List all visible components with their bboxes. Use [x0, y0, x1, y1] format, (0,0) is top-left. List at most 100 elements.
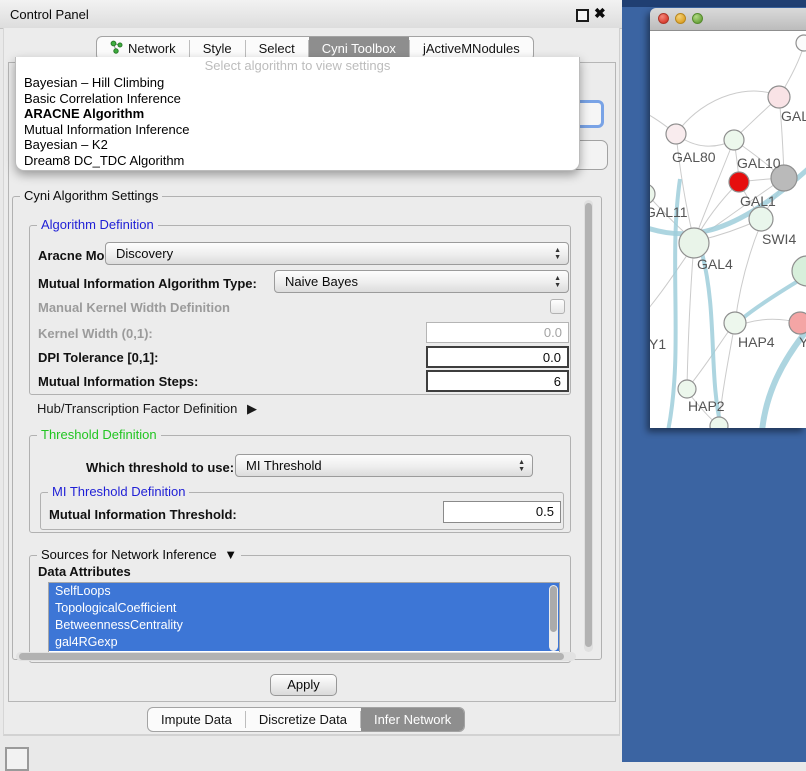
network-node[interactable]	[724, 312, 746, 334]
network-window-titlebar[interactable]	[650, 8, 806, 31]
network-node[interactable]	[710, 417, 728, 428]
combobox-value: Discovery	[116, 246, 173, 261]
control-panel-titlebar: Control Panel ✖	[0, 0, 622, 29]
apply-button[interactable]: Apply	[270, 674, 337, 696]
bottom-tabs: Impute Data Discretize Data Infer Network	[147, 707, 465, 732]
dropdown-items: Bayesian – Hill ClimbingBasic Correlatio…	[16, 75, 579, 169]
network-node-label: SWI4	[762, 231, 796, 247]
mi-steps-field[interactable]: 6	[426, 370, 569, 392]
dropdown-placeholder: Select algorithm to view settings	[16, 57, 579, 75]
mi-type-combobox[interactable]: Naive Bayes ▲▼	[274, 270, 569, 293]
hub-definition-toggle[interactable]: Hub/Transcription Factor Definition ▶	[37, 401, 257, 417]
dpi-tolerance-label: DPI Tolerance [0,1]:	[38, 350, 158, 365]
network-node-label: Y	[799, 334, 806, 350]
panel-title: Control Panel	[10, 7, 89, 22]
minimize-traffic-light-icon[interactable]	[675, 13, 686, 24]
expanded-arrow-icon[interactable]: ▼	[224, 547, 237, 562]
threshold-definition-group: Threshold Definition Which threshold to …	[29, 435, 571, 533]
which-threshold-label: Which threshold to use:	[86, 460, 234, 475]
tab-label: Select	[259, 41, 295, 56]
float-window-icon[interactable]	[576, 9, 589, 22]
tab-discretize-data[interactable]: Discretize Data	[246, 708, 360, 731]
kernel-width-label: Kernel Width (0,1):	[38, 326, 153, 341]
close-icon[interactable]: ✖	[594, 5, 606, 22]
scrollbar-thumb[interactable]	[550, 586, 557, 632]
sources-title: Sources for Network Inference	[41, 547, 217, 562]
spinner-arrows-icon: ▲▼	[554, 275, 561, 289]
network-node[interactable]	[666, 124, 686, 144]
hub-definition-label: Hub/Transcription Factor Definition	[37, 401, 237, 416]
which-threshold-combobox[interactable]: MI Threshold ▲▼	[235, 454, 533, 477]
dpi-tolerance-field[interactable]: 0.0	[426, 346, 569, 368]
network-node[interactable]	[796, 35, 806, 51]
network-edge	[676, 91, 779, 134]
network-node[interactable]	[789, 312, 806, 334]
attribute-items: SelfLoopsTopologicalCoefficientBetweenne…	[49, 583, 559, 651]
dropdown-item[interactable]: Mutual Information Inference	[16, 122, 579, 138]
settings-vertical-scrollbar[interactable]	[584, 200, 593, 652]
network-edge	[650, 251, 690, 323]
attribute-item[interactable]: SelfLoops	[49, 583, 559, 600]
network-node[interactable]	[729, 172, 749, 192]
network-node[interactable]	[749, 207, 773, 231]
collapsed-arrow-icon: ▶	[247, 401, 257, 416]
network-canvas[interactable]: GALGAL80GAL10GAL11GAL1GAL4SWI4GCY1HAP4YH…	[650, 31, 806, 428]
aracne-mode-combobox[interactable]: Discovery ▲▼	[105, 242, 569, 265]
network-edge	[687, 243, 694, 387]
algorithm-dropdown-list: Select algorithm to view settings Bayesi…	[15, 57, 580, 171]
network-node-label: GAL80	[672, 149, 716, 165]
scrollbar-thumb[interactable]	[585, 203, 592, 647]
data-attributes-list[interactable]: SelfLoopsTopologicalCoefficientBetweenne…	[48, 582, 560, 656]
manual-kernel-checkbox[interactable]	[550, 299, 565, 314]
group-title: Cyni Algorithm Settings	[20, 188, 162, 203]
dropdown-item[interactable]: ARACNE Algorithm	[16, 106, 579, 122]
network-node[interactable]	[768, 86, 790, 108]
network-node-label: GAL	[781, 108, 806, 124]
mi-threshold-label: Mutual Information Threshold:	[49, 507, 237, 522]
attribute-item[interactable]: BetweennessCentrality	[49, 617, 559, 634]
mi-threshold-field[interactable]: 0.5	[443, 501, 561, 523]
dropdown-item[interactable]: Basic Correlation Inference	[16, 91, 579, 107]
spinner-arrows-icon: ▲▼	[518, 459, 525, 473]
group-title: Sources for Network Inference ▼	[37, 547, 241, 562]
network-node-label: HAP4	[738, 334, 775, 350]
panel-dock-icon[interactable]	[5, 747, 29, 771]
network-node[interactable]	[650, 184, 655, 204]
dropdown-item[interactable]: Dream8 DC_TDC Algorithm	[16, 153, 579, 169]
tab-infer-network[interactable]: Infer Network	[361, 708, 464, 731]
zoom-traffic-light-icon[interactable]	[692, 13, 703, 24]
mi-steps-label: Mutual Information Steps:	[38, 374, 198, 389]
kernel-width-field[interactable]: 0.0	[426, 322, 569, 343]
tab-label: Network	[128, 41, 176, 56]
group-title: Algorithm Definition	[37, 217, 158, 232]
sources-group: Sources for Network Inference ▼ Data Att…	[29, 555, 571, 663]
tab-impute-data[interactable]: Impute Data	[148, 708, 245, 731]
tab-label: Impute Data	[161, 712, 232, 727]
manual-kernel-label: Manual Kernel Width Definition	[38, 300, 230, 315]
cyni-algorithm-settings-group: Cyni Algorithm Settings Algorithm Defini…	[12, 196, 602, 660]
tab-label: Discretize Data	[259, 712, 347, 727]
attribute-item[interactable]: gal4RGexp	[49, 634, 559, 651]
attributes-scrollbar[interactable]	[549, 585, 558, 651]
dropdown-item[interactable]: Bayesian – Hill Climbing	[16, 75, 579, 91]
desktop-background: GALGAL80GAL10GAL11GAL1GAL4SWI4GCY1HAP4YH…	[622, 0, 806, 762]
network-graph: GALGAL80GAL10GAL11GAL1GAL4SWI4GCY1HAP4YH…	[650, 31, 806, 428]
network-node[interactable]	[724, 130, 744, 150]
close-traffic-light-icon[interactable]	[658, 13, 669, 24]
tab-label: jActiveMNodules	[423, 41, 520, 56]
attribute-item[interactable]: TopologicalCoefficient	[49, 600, 559, 617]
scrollbar-thumb[interactable]	[19, 653, 564, 660]
network-node-label: GAL11	[650, 204, 688, 220]
data-attributes-label: Data Attributes	[38, 564, 131, 579]
mi-type-label: Mutual Information Algorithm Type:	[38, 276, 257, 291]
network-node-label: GAL10	[737, 155, 781, 171]
network-node[interactable]	[679, 228, 709, 258]
network-view-window: GALGAL80GAL10GAL11GAL1GAL4SWI4GCY1HAP4YH…	[650, 8, 806, 428]
algorithm-definition-group: Algorithm Definition Aracne Mode: Discov…	[29, 225, 571, 395]
network-node[interactable]	[678, 380, 696, 398]
group-title: MI Threshold Definition	[48, 484, 189, 499]
settings-horizontal-scrollbar[interactable]	[16, 652, 576, 661]
combobox-value: Naive Bayes	[285, 274, 358, 289]
dropdown-item[interactable]: Bayesian – K2	[16, 137, 579, 153]
desktop-top-strip	[622, 0, 806, 7]
